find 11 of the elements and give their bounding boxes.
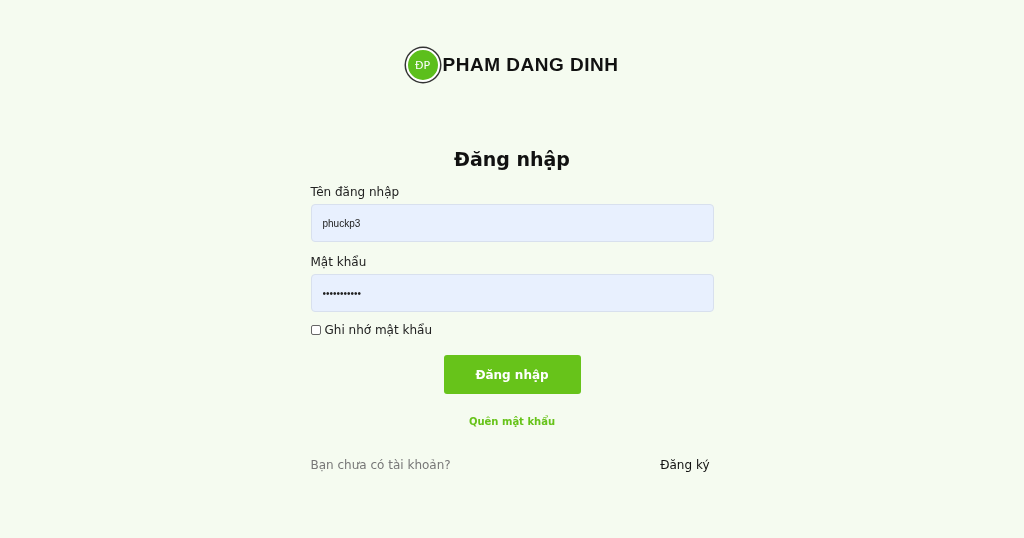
signup-link[interactable]: Đăng ký <box>660 458 710 472</box>
page-title: Đăng nhập <box>454 148 570 170</box>
checkbox[interactable] <box>310 325 321 335</box>
input-field[interactable]: phuckp3 <box>310 204 714 242</box>
signup-prompt: Bạn chưa có tài khoản? <box>310 458 451 472</box>
input-field[interactable]: ••••••••••• <box>310 274 714 312</box>
checkbox-label: Ghi nhớ mật khẩu <box>324 323 432 337</box>
field-label: Mật khẩu <box>310 255 368 269</box>
logo-badge: ĐP <box>405 48 440 82</box>
brand-name: PHAM DANG DINH <box>442 54 619 76</box>
field-label: Tên đăng nhập <box>310 185 401 199</box>
